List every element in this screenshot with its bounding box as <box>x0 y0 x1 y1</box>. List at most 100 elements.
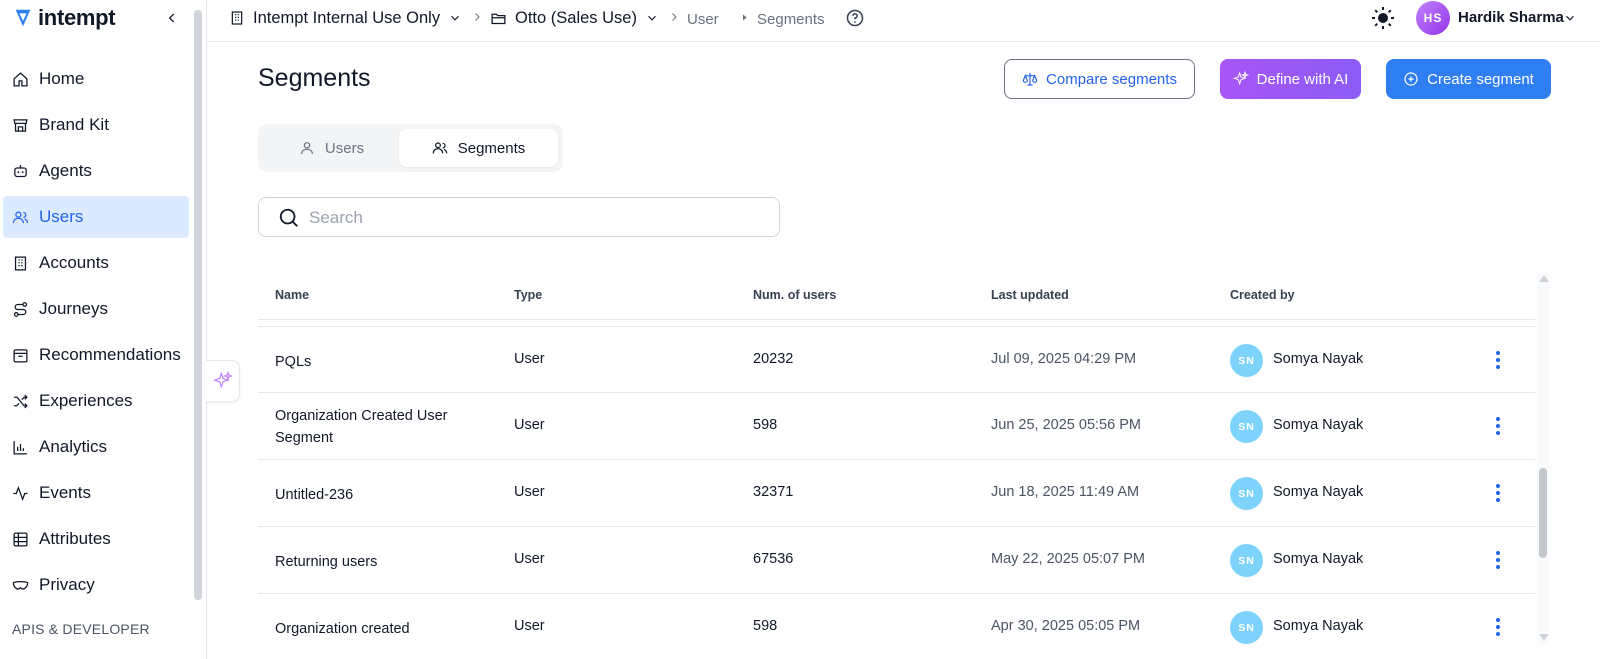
table-header: Name Type Num. of users Last updated Cre… <box>258 270 1535 320</box>
user-icon <box>300 142 313 155</box>
row-actions-menu[interactable] <box>1488 615 1508 639</box>
logo[interactable]: intempt <box>12 5 116 31</box>
column-header-name[interactable]: Name <box>275 288 309 302</box>
sidebar-item-label: Journeys <box>39 299 108 318</box>
plus-circle-icon <box>1404 72 1418 86</box>
table-row[interactable]: Returning users User 67536 May 22, 2025 … <box>258 527 1535 594</box>
table-row[interactable]: Organization Created User Segment User 5… <box>258 393 1535 460</box>
sun-icon[interactable] <box>1371 6 1395 30</box>
sidebar-item-attributes[interactable]: Attributes <box>3 518 189 560</box>
segment-name[interactable]: Returning users <box>275 551 475 573</box>
kebab-dot <box>1496 365 1500 369</box>
sidebar-item-agents[interactable]: Agents <box>3 150 189 192</box>
sidebar-item-label: Home <box>39 69 85 88</box>
column-header-num-users[interactable]: Num. of users <box>753 288 836 302</box>
column-header-last-updated[interactable]: Last updated <box>991 288 1069 302</box>
breadcrumb-segments-label: Segments <box>757 10 825 28</box>
avatar[interactable]: HS <box>1416 1 1450 35</box>
sidebar-nav: Home Brand Kit Agents Users Accounts Jou… <box>3 58 189 610</box>
scroll-up-arrow[interactable] <box>1539 275 1549 282</box>
chevron-down-icon[interactable] <box>1563 11 1577 25</box>
row-actions-menu[interactable] <box>1488 414 1508 438</box>
ai-assistant-button[interactable] <box>206 360 240 402</box>
segment-name[interactable]: Organization created <box>275 618 475 640</box>
row-actions-menu[interactable] <box>1488 348 1508 372</box>
kebab-dot <box>1496 551 1500 555</box>
activity-icon <box>13 485 28 501</box>
chevron-left-icon <box>168 13 175 23</box>
sidebar-item-experiences[interactable]: Experiences <box>3 380 189 422</box>
table-scrollbar-thumb[interactable] <box>1539 468 1547 558</box>
tab-users[interactable]: Users <box>263 129 400 167</box>
table-row[interactable]: PQLs User 20232 Jul 09, 2025 04:29 PM SN… <box>258 326 1535 393</box>
kebab-dot <box>1496 565 1500 569</box>
intempt-logo-icon <box>15 9 31 27</box>
create-segment-label: Create segment <box>1427 70 1534 88</box>
kebab-dot <box>1496 625 1500 629</box>
search-input[interactable] <box>309 206 769 230</box>
row-actions-menu[interactable] <box>1488 548 1508 572</box>
kebab-dot <box>1496 484 1500 488</box>
users-icon <box>12 211 29 223</box>
segment-name[interactable]: PQLs <box>275 351 475 373</box>
sparkles-icon <box>212 371 233 389</box>
segment-type: User <box>514 618 545 634</box>
column-header-created-by[interactable]: Created by <box>1230 288 1295 302</box>
search-icon <box>279 208 298 227</box>
sidebar-item-label: Users <box>39 207 84 226</box>
tab-segments[interactable]: Segments <box>399 129 558 167</box>
help-circle-icon[interactable] <box>845 8 865 28</box>
table-row[interactable]: Untitled-236 User 32371 Jun 18, 2025 11:… <box>258 460 1535 527</box>
table-scrollbar[interactable] <box>1537 273 1549 645</box>
sidebar-item-events[interactable]: Events <box>3 472 189 514</box>
scale-icon <box>1022 73 1038 86</box>
avatar: SN <box>1230 544 1263 577</box>
sidebar-item-accounts[interactable]: Accounts <box>3 242 189 284</box>
compare-segments-label: Compare segments <box>1046 70 1177 88</box>
scroll-down-arrow[interactable] <box>1539 634 1549 641</box>
compare-segments-button[interactable]: Compare segments <box>1004 59 1195 99</box>
sidebar-item-label: Agents <box>39 161 92 180</box>
kebab-dot <box>1496 491 1500 495</box>
sidebar-scrollbar[interactable] <box>194 10 202 600</box>
table-row[interactable]: Organization created User 598 Apr 30, 20… <box>258 594 1535 659</box>
page-title: Segments <box>258 64 371 92</box>
bar-chart-icon <box>13 440 27 455</box>
shuffle-icon <box>14 394 28 408</box>
sidebar-item-recommendations[interactable]: Recommendations <box>3 334 189 376</box>
sidebar-item-analytics[interactable]: Analytics <box>3 426 189 468</box>
define-with-ai-button[interactable]: Define with AI <box>1220 59 1361 99</box>
segment-name[interactable]: Untitled-236 <box>275 484 475 506</box>
users-icon <box>432 142 447 154</box>
org-switcher[interactable]: Intempt Internal Use Only <box>229 7 462 29</box>
collapse-sidebar-button[interactable] <box>162 8 182 28</box>
segment-creator: Somya Nayak <box>1273 618 1364 634</box>
user-name[interactable]: Hardik Sharma <box>1458 9 1564 26</box>
sidebar-item-label: Privacy <box>39 575 95 594</box>
breadcrumb-user-label: User <box>687 10 719 28</box>
sidebar-item-journeys[interactable]: Journeys <box>3 288 189 330</box>
kebab-dot <box>1496 558 1500 562</box>
sidebar-item-brand-kit[interactable]: Brand Kit <box>3 104 189 146</box>
segment-name[interactable]: Organization Created User Segment <box>275 405 475 449</box>
view-toggle: Users Segments <box>258 124 563 172</box>
sidebar-item-users[interactable]: Users <box>3 196 189 238</box>
building-icon <box>14 255 27 271</box>
segment-type: User <box>514 484 545 500</box>
column-header-type[interactable]: Type <box>514 288 542 302</box>
sidebar-section-apis[interactable]: APIS & DEVELOPER <box>12 621 150 637</box>
row-actions-menu[interactable] <box>1488 481 1508 505</box>
project-switcher[interactable]: Otto (Sales Use) <box>490 7 659 29</box>
logo-text: intempt <box>38 5 116 30</box>
sidebar-item-home[interactable]: Home <box>3 58 189 100</box>
segment-user-count: 67536 <box>753 551 794 567</box>
breadcrumb-segments[interactable]: Segments <box>757 8 825 30</box>
avatar: SN <box>1230 477 1263 510</box>
sidebar-item-label: Brand Kit <box>39 115 109 134</box>
create-segment-button[interactable]: Create segment <box>1386 59 1551 99</box>
tab-segments-label: Segments <box>457 139 526 157</box>
segment-last-updated: Apr 30, 2025 05:05 PM <box>991 618 1141 634</box>
sidebar-item-privacy[interactable]: Privacy <box>3 564 189 606</box>
breadcrumb-user[interactable]: User <box>687 8 719 30</box>
segment-creator: Somya Nayak <box>1273 551 1364 567</box>
